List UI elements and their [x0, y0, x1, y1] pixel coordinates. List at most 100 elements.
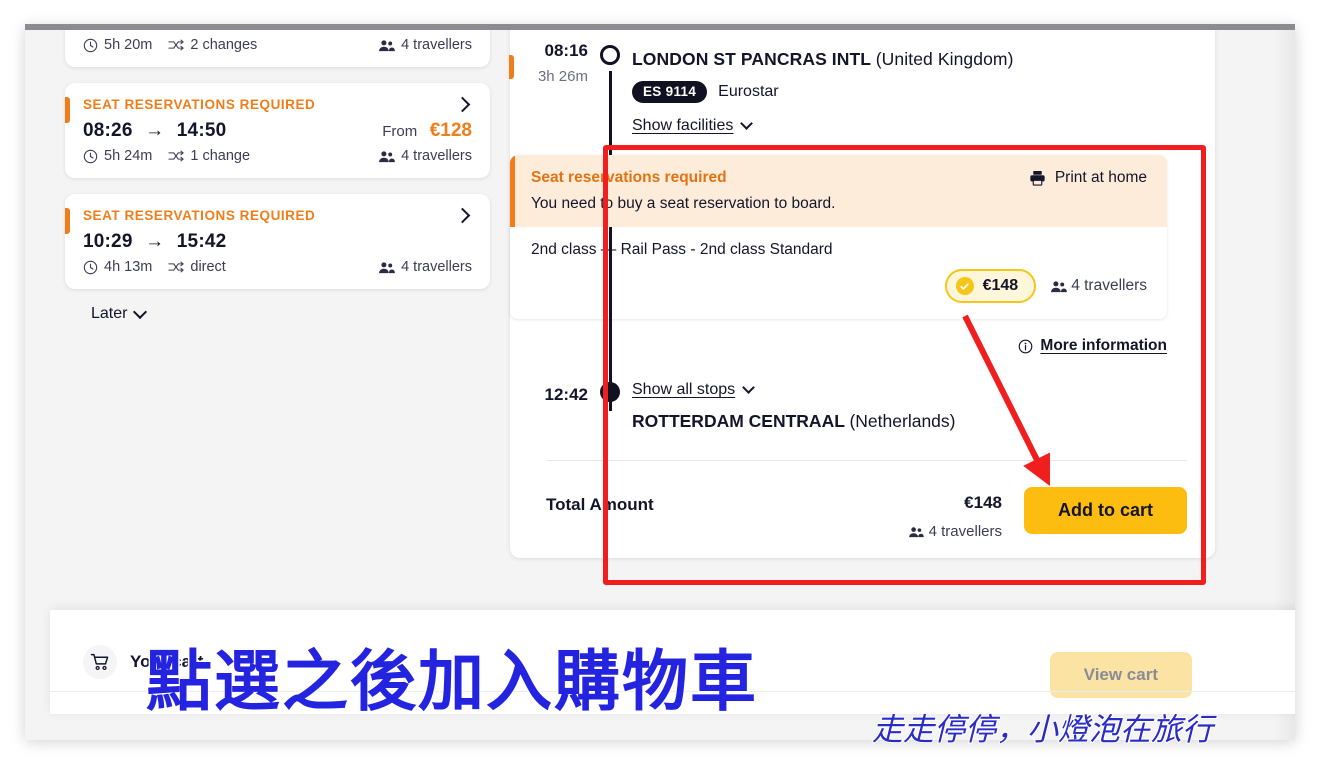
total-travellers: 4 travellers	[908, 523, 1002, 540]
result-card[interactable]: 08:26 → 14:46 From €128	[65, 25, 490, 67]
duration-text: 4h 13m	[104, 259, 153, 275]
show-facilities-toggle[interactable]: Show facilities	[632, 117, 754, 135]
result-meta: 5h 20m 2 changes 4 travellers	[83, 37, 472, 53]
more-information-label: More information	[1040, 337, 1167, 354]
transfer-icon	[168, 260, 185, 274]
clock-icon	[83, 38, 98, 53]
timeline-node-arrival	[600, 382, 620, 402]
from-label: From	[382, 123, 418, 140]
chevron-down-icon	[133, 304, 148, 319]
delivery-method: Print at home	[1029, 169, 1147, 187]
result-meta: 4h 13m direct 4 travellers	[83, 259, 472, 275]
fare-selection: €148 4 travellers	[531, 269, 1147, 303]
arrival-station-country: (Netherlands)	[849, 411, 956, 431]
travellers-text: 4 travellers	[401, 259, 472, 275]
printer-icon	[1029, 170, 1046, 186]
timeline-node-departure	[600, 45, 620, 65]
screenshot-root: 08:26 → 14:46 From €128	[0, 0, 1318, 766]
show-all-stops-label: Show all stops	[632, 381, 736, 398]
departure-time: 10:29	[83, 231, 133, 252]
total-divider	[546, 460, 1187, 461]
leg-duration: 3h 26m	[537, 68, 588, 85]
travellers-text: 4 travellers	[401, 148, 472, 164]
watermark-signature: 走走停停，小燈泡在旅行	[871, 711, 1214, 749]
arrow-glyph: →	[145, 231, 165, 252]
fare-price-pill-selected[interactable]: €148	[944, 269, 1037, 303]
shopping-cart-icon	[83, 645, 117, 679]
show-all-stops-inner: Show all stops	[632, 381, 756, 399]
seat-reservation-alert: Seat reservations required Print at home…	[510, 155, 1167, 227]
result-card-header: SEAT RESERVATIONS REQUIRED	[83, 96, 472, 113]
total-amount-value: €148	[964, 493, 1002, 512]
info-icon	[1018, 339, 1033, 354]
result-times: 08:26 → 14:50 From €128	[83, 120, 472, 142]
annotation-caption: 點選之後加入購物車	[145, 642, 758, 722]
fare-travellers-text: 4 travellers	[1071, 277, 1147, 294]
departure-station-country: (United Kingdom)	[875, 49, 1014, 69]
result-card-header: SEAT RESERVATIONS REQUIRED	[83, 207, 472, 224]
journey-leg: 08:16 3h 26m 12:42 LONDON ST PANCRAS INT…	[509, 25, 1215, 432]
departure-time: 08:26	[83, 120, 133, 141]
timeline-line	[608, 71, 612, 411]
travellers-icon	[908, 526, 924, 538]
travellers-icon	[378, 150, 395, 163]
arrival-station-name: ROTTERDAM CENTRAAL	[632, 411, 845, 431]
changes-text: direct	[190, 259, 226, 275]
delivery-method-label: Print at home	[1054, 169, 1147, 186]
arrival-station: ROTTERDAM CENTRAAL (Netherlands)	[632, 411, 1195, 432]
result-card[interactable]: SEAT RESERVATIONS REQUIRED 10:29 → 15:42	[65, 194, 490, 289]
leg-body: LONDON ST PANCRAS INTL (United Kingdom) …	[632, 49, 1195, 135]
chevron-down-icon	[742, 381, 756, 394]
transfer-icon	[168, 149, 185, 163]
journey-detail-panel: 08:16 3h 26m 12:42 LONDON ST PANCRAS INT…	[509, 25, 1215, 558]
arrival-time: 15:42	[176, 231, 227, 252]
result-meta: 5h 24m 1 change 4 travellers	[83, 148, 472, 164]
alert-title: Seat reservations required	[531, 169, 727, 186]
seat-reservation-badge: SEAT RESERVATIONS REQUIRED	[83, 97, 316, 112]
alert-header: Seat reservations required Print at home	[531, 169, 1147, 187]
seat-reservation-badge: SEAT RESERVATIONS REQUIRED	[83, 208, 316, 223]
travellers-icon	[378, 39, 395, 52]
changes-text: 2 changes	[190, 37, 258, 53]
chevron-down-icon	[740, 117, 754, 130]
add-to-cart-button[interactable]: Add to cart	[1023, 487, 1187, 534]
later-toggle[interactable]: Later	[91, 304, 490, 323]
viewport-top-edge	[25, 24, 1295, 30]
total-section: Total Amount €148 4 travellers Add to ca…	[546, 487, 1187, 540]
travellers-icon	[1050, 280, 1068, 293]
clock-icon	[83, 149, 98, 164]
total-amount-column: €148 4 travellers	[908, 487, 1002, 540]
fare-price: €148	[982, 277, 1019, 294]
card-accent-bar	[65, 208, 70, 234]
chevron-right-icon[interactable]	[454, 207, 471, 224]
duration-text: 5h 24m	[104, 148, 153, 164]
travellers-text: 4 travellers	[401, 37, 472, 53]
check-icon	[955, 277, 974, 295]
train-operator: Eurostar	[718, 83, 779, 100]
arrow-glyph: →	[145, 120, 165, 141]
total-travellers-text: 4 travellers	[928, 523, 1002, 540]
fare-travellers: 4 travellers	[1050, 277, 1147, 295]
fare-name: 2nd class — Rail Pass - 2nd class Standa…	[531, 241, 833, 258]
arrival-time: 14:50	[176, 120, 227, 141]
alert-subtitle: You need to buy a seat reservation to bo…	[531, 195, 836, 212]
duration-text: 5h 20m	[104, 37, 153, 53]
chevron-right-icon[interactable]	[454, 96, 471, 113]
travellers-icon	[378, 261, 395, 274]
result-card[interactable]: SEAT RESERVATIONS REQUIRED 08:26 → 14:50…	[65, 83, 490, 178]
search-results-list: 08:26 → 14:46 From €128	[65, 25, 490, 323]
train-number-badge: ES 9114	[632, 81, 708, 103]
departure-station: LONDON ST PANCRAS INTL (United Kingdom)	[632, 49, 1195, 70]
show-facilities-label: Show facilities	[632, 117, 734, 134]
later-label: Later	[91, 305, 128, 322]
card-accent-bar	[65, 97, 70, 123]
transfer-icon	[168, 38, 185, 52]
alert-accent-bar	[510, 155, 515, 227]
departure-station-name: LONDON ST PANCRAS INTL	[632, 49, 871, 69]
leg-arrival-time: 12:42	[544, 385, 588, 404]
total-amount-label: Total Amount	[546, 495, 654, 514]
result-price: €128	[429, 120, 472, 141]
train-info-row: ES 9114 Eurostar	[632, 81, 1195, 103]
show-all-stops-toggle[interactable]: Show all stops	[632, 381, 1195, 399]
result-times: 10:29 → 15:42	[83, 231, 472, 253]
